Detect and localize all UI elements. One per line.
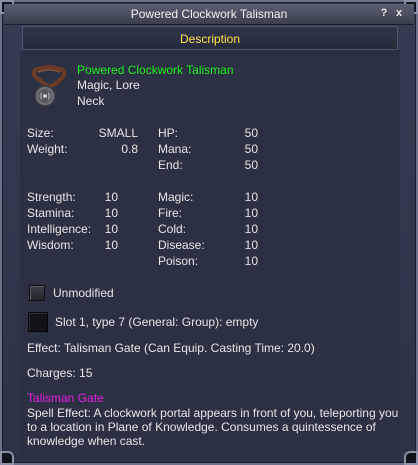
- resist-value: 10: [244, 190, 258, 204]
- attribute-label: Wisdom:: [27, 238, 74, 252]
- stat-value: 50: [244, 142, 258, 156]
- charges-line: Charges: 15: [27, 366, 93, 380]
- resist-value: 10: [244, 254, 258, 268]
- stat-label: HP:: [158, 126, 179, 140]
- title-bar[interactable]: Powered Clockwork Talisman ? x: [4, 4, 414, 25]
- stat-label: Size:: [27, 126, 54, 140]
- description-title: Description: [179, 32, 241, 46]
- stat-label: Weight:: [27, 142, 68, 156]
- item-slot: Neck: [77, 94, 105, 108]
- resist-label: Poison:: [158, 254, 199, 268]
- resist-label: Cold:: [158, 222, 187, 236]
- spell-description: Spell Effect: A clockwork portal appears…: [27, 406, 399, 448]
- talisman-icon: [31, 65, 67, 107]
- attribute-label: Intelligence:: [27, 222, 92, 236]
- augment-slot-info: Slot 1, type 7 (General: Group): empty: [55, 315, 259, 329]
- attribute-value: 10: [104, 222, 118, 236]
- attribute-value: 10: [104, 238, 118, 252]
- spell-name: Talisman Gate: [27, 391, 104, 405]
- unmodified-label: Unmodified: [53, 286, 114, 300]
- resist-value: 10: [244, 238, 258, 252]
- effect-line: Effect: Talisman Gate (Can Equip. Castin…: [27, 341, 315, 355]
- augment-slot[interactable]: [28, 312, 48, 332]
- item-flags: Magic, Lore: [77, 78, 140, 92]
- close-button[interactable]: x: [393, 7, 405, 20]
- attribute-value: 10: [104, 190, 118, 204]
- unmodified-checkbox[interactable]: [29, 285, 45, 301]
- attribute-value: 10: [104, 206, 118, 220]
- resist-label: Magic:: [158, 190, 194, 204]
- stat-value: 50: [244, 126, 258, 140]
- resist-label: Disease:: [158, 238, 205, 252]
- resist-value: 10: [244, 222, 258, 236]
- help-button[interactable]: ?: [378, 7, 390, 20]
- stat-label: Mana:: [158, 142, 192, 156]
- attribute-label: Strength:: [27, 190, 76, 204]
- window-corner-ornament: [404, 451, 418, 465]
- stat-value: SMALL: [98, 126, 138, 140]
- attribute-label: Stamina:: [27, 206, 75, 220]
- stat-value: 50: [244, 158, 258, 172]
- resist-label: Fire:: [158, 206, 182, 220]
- item-display-window: Powered Clockwork Talisman ? x Descripti…: [0, 0, 418, 465]
- item-name: Powered Clockwork Talisman: [77, 63, 234, 77]
- stat-value: 0.8: [121, 142, 138, 156]
- description-header: Description: [22, 26, 398, 50]
- window-title: Powered Clockwork Talisman: [130, 7, 288, 21]
- window-corner-ornament: [0, 451, 14, 465]
- stat-label: End:: [158, 158, 183, 172]
- resist-value: 10: [244, 206, 258, 220]
